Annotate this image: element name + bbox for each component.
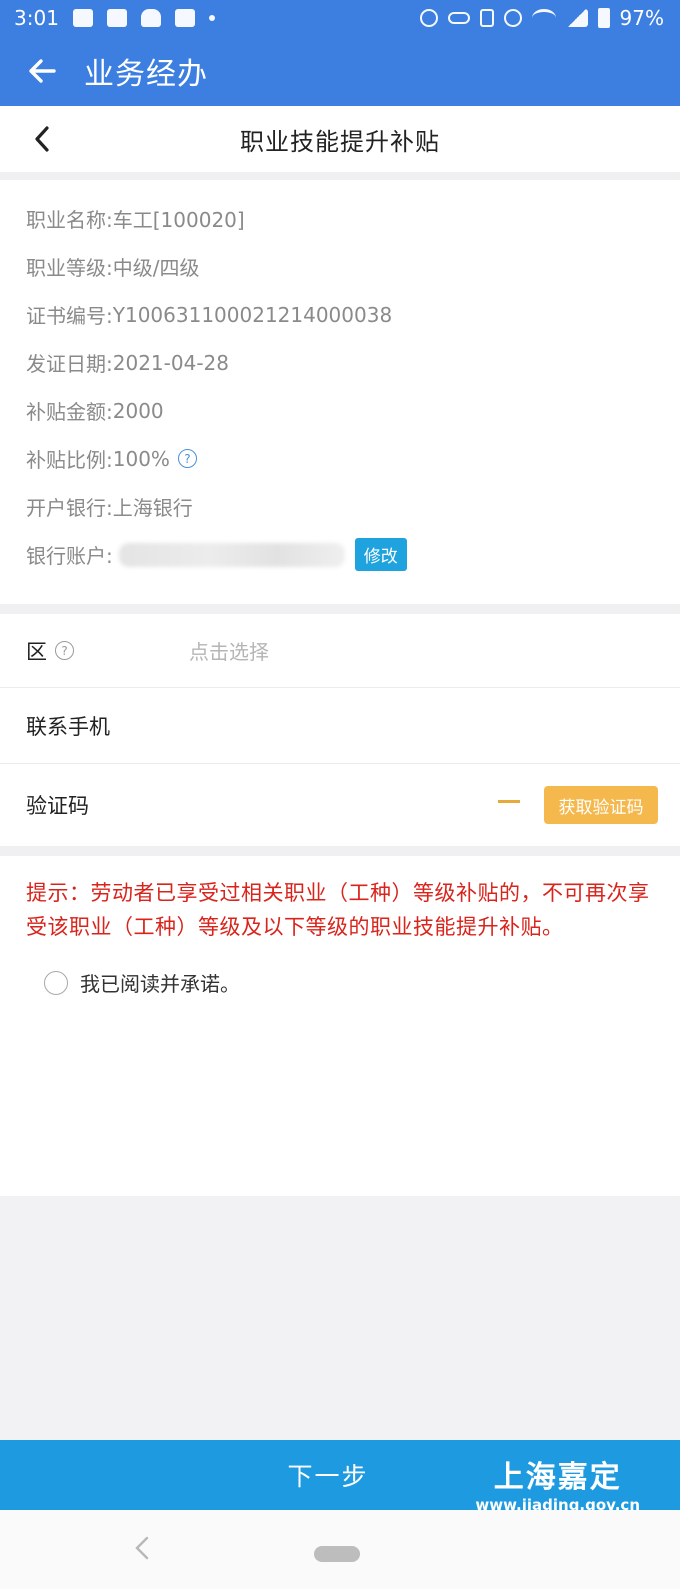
chevron-left-icon [135,1536,149,1560]
info-occupation-name: 职业名称: 车工[100020] [26,204,245,233]
back-button[interactable] [0,36,84,106]
info-bank: 开户银行: 上海银行 [26,492,193,521]
info-value: 车工[100020] [112,208,245,232]
info-value: 2000 [112,398,164,423]
app-title: 业务经办 [84,57,208,92]
arrow-left-icon [29,59,56,83]
info-label: 补贴金额: [26,400,113,424]
phone-row: 联系手机 [0,688,680,764]
signal-icon [565,9,588,27]
help-icon[interactable]: ? [55,641,74,660]
vibrate-icon [479,9,494,27]
sub-back-button[interactable] [22,118,62,160]
section-divider [0,604,680,614]
battery-icon [597,8,610,28]
get-code-button[interactable]: 获取验证码 [544,786,658,824]
dash-indicator [498,800,520,803]
dot-icon [208,15,215,21]
wifi-icon [531,9,556,27]
info-subsidy-amount: 补贴金额: 2000 [26,396,164,425]
system-nav-bar [0,1510,680,1589]
app-bar: 业务经办 [0,36,680,106]
info-label: 补贴比例: [26,448,113,472]
agreement-checkbox[interactable]: 我已阅读并承诺。 [44,968,240,997]
info-label: 发证日期: [26,352,113,376]
status-time: 3:01 [14,6,59,30]
info-subsidy-ratio: 补贴比例: 100% ? [26,444,197,473]
agreement-label: 我已阅读并承诺。 [80,972,240,996]
alarm-icon [419,9,438,27]
note-icon [106,9,127,27]
system-back-button[interactable] [130,1530,154,1566]
help-icon[interactable]: ? [177,449,197,468]
watermark-title: 上海嘉定 [493,1460,622,1495]
square-icon [174,9,195,27]
chevron-left-icon [35,126,49,152]
image-icon [72,9,93,27]
info-value: 100% [112,446,170,471]
certificate-info-section: 职业名称: 车工[100020] 职业等级: 中级/四级 证书编号: Y1006… [0,180,680,604]
section-divider [0,846,680,856]
district-select[interactable]: 点击选择 [189,636,269,665]
notice-text: 提示：劳动者已享受过相关职业（工种）等级补贴的，不可再次享受该职业（工种）等级及… [26,881,650,939]
next-button-label: 下一步 [287,1462,369,1491]
info-label: 职业名称: [26,208,113,232]
info-issue-date: 发证日期: 2021-04-28 [26,348,229,377]
district-row[interactable]: 区 ? 点击选择 [0,614,680,688]
section-divider [0,172,680,180]
do-not-disturb-icon [503,9,522,27]
info-label: 证书编号: [26,304,113,328]
info-value: 2021-04-28 [112,350,229,375]
radio-circle-icon[interactable] [44,970,68,995]
key-icon [447,12,470,24]
district-label-text: 区 [26,639,47,664]
info-label: 开户银行: [26,496,113,520]
phone-input[interactable] [189,704,649,748]
bell-icon [140,9,161,27]
masked-account-number [118,542,345,567]
page-title: 职业技能提升补贴 [240,127,440,156]
home-pill-button[interactable] [314,1546,360,1562]
info-label: 职业等级: [26,256,113,280]
info-label: 银行账户: [26,544,113,568]
info-value: 上海银行 [112,496,193,520]
district-label: 区 ? [26,636,74,666]
sub-header: 职业技能提升补贴 [0,106,680,172]
info-bank-account: 银行账户: 修改 [26,538,407,571]
watermark-logo: 上海嘉定 www.jiading.gov.cn [475,1452,640,1514]
status-bar: 3:01 97% [0,0,680,36]
edit-account-button[interactable]: 修改 [354,538,407,571]
verify-code-label: 验证码 [26,794,89,818]
info-value: Y100631100021214000038 [112,302,393,327]
verify-code-row: 验证码 获取验证码 [0,764,680,846]
battery-percent: 97% [619,6,664,30]
verify-code-input[interactable] [189,782,479,826]
info-value: 中级/四级 [112,256,200,280]
empty-area [0,1196,680,1440]
info-occupation-level: 职业等级: 中级/四级 [26,252,200,281]
phone-label: 联系手机 [26,714,110,739]
info-certificate-no: 证书编号: Y100631100021214000038 [26,300,392,329]
